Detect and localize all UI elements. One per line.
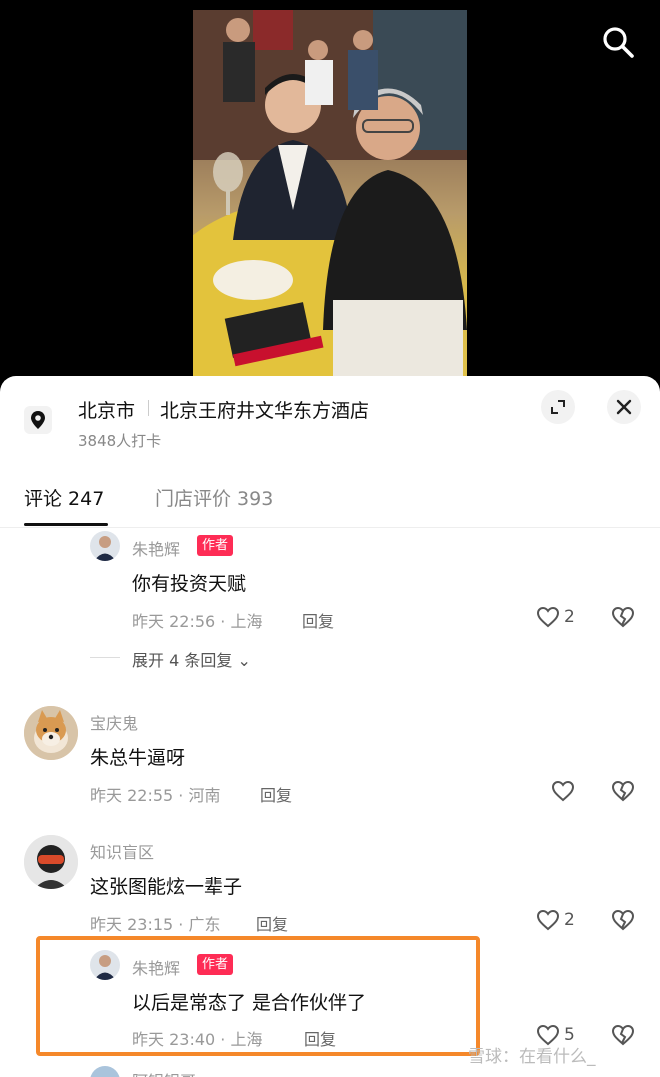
author-badge: 作者 [197, 535, 234, 556]
comments-sheet: 北京市 北京王府井文华东方酒店 3848人打卡 评论 247 门店评价 393 … [0, 376, 660, 1077]
commenter-name[interactable]: 知识盲区 [90, 839, 154, 863]
location-city: 北京市 [78, 400, 136, 422]
comment-text: 以后是常态了 是合作伙伴了 [132, 992, 367, 1014]
comment-meta: 昨天 23:40 · 上海 [132, 1030, 263, 1049]
broken-heart-icon[interactable] [611, 606, 635, 628]
avatar[interactable] [90, 950, 120, 980]
commenter-name[interactable]: 阿银银哥 [132, 1068, 196, 1077]
close-icon [616, 399, 632, 415]
reply-button[interactable]: 回复 [304, 1026, 336, 1050]
heart-icon[interactable] [536, 606, 560, 628]
comment-meta: 昨天 22:55 · 河南 [90, 786, 221, 805]
commenter-name[interactable]: 宝庆鬼 [90, 710, 138, 734]
heart-icon[interactable] [551, 780, 575, 802]
broken-heart-icon[interactable] [611, 780, 635, 802]
author-badge: 作者 [197, 954, 234, 975]
expand-replies-label: 展开 4 条回复 [132, 651, 233, 670]
video-player[interactable] [0, 0, 660, 390]
video-frame [193, 10, 467, 380]
reply-button[interactable]: 回复 [256, 911, 288, 935]
watermark-text: 雪球：在看什么_ [468, 1047, 596, 1067]
commenter-name[interactable]: 朱艳辉 [132, 536, 180, 560]
avatar[interactable] [24, 835, 78, 889]
heart-icon[interactable] [536, 909, 560, 931]
comment-meta: 昨天 22:56 · 上海 [132, 612, 263, 631]
expand-button[interactable] [541, 390, 575, 424]
checkin-count: 3848人打卡 [78, 432, 162, 450]
comment-text: 朱总牛逼呀 [90, 747, 186, 769]
broken-heart-icon[interactable] [611, 909, 635, 931]
like-count: 2 [564, 910, 575, 930]
comment-text: 这张图能炫一辈子 [90, 876, 243, 898]
avatar[interactable] [90, 531, 120, 561]
commenter-name[interactable]: 朱艳辉 [132, 955, 180, 979]
broken-heart-icon[interactable] [611, 1024, 635, 1046]
comment-meta: 昨天 23:15 · 广东 [90, 915, 221, 934]
tab-bar: 评论 247 门店评价 393 [0, 476, 660, 528]
chevron-down-icon: ⌄ [237, 651, 251, 670]
reply-button[interactable]: 回复 [260, 782, 292, 806]
reply-button[interactable]: 回复 [302, 608, 334, 632]
divider [90, 657, 120, 658]
tab-comments[interactable]: 评论 247 [24, 484, 104, 511]
comment-text: 你有投资天赋 [132, 573, 247, 595]
expand-replies-button[interactable]: 展开 4 条回复 ⌄ [132, 647, 251, 671]
like-count: 2 [564, 607, 575, 627]
divider [148, 400, 149, 416]
search-icon[interactable] [600, 24, 636, 60]
avatar[interactable] [24, 706, 78, 760]
expand-icon [551, 400, 565, 414]
active-tab-indicator [24, 523, 108, 526]
tab-store-reviews[interactable]: 门店评价 393 [155, 484, 273, 511]
location-name[interactable]: 北京王府井文华东方酒店 [160, 396, 369, 423]
close-button[interactable] [607, 390, 641, 424]
location-header[interactable]: 北京市 北京王府井文华东方酒店 3848人打卡 [0, 376, 660, 466]
location-pin-icon [24, 406, 52, 434]
avatar[interactable] [90, 1066, 120, 1077]
